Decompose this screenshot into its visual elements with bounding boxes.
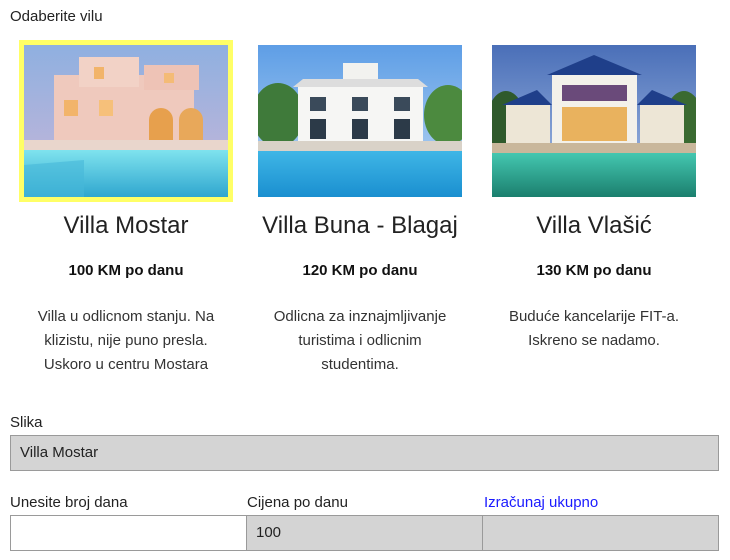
total-field[interactable] — [482, 515, 719, 551]
villa-image-vlasic[interactable] — [487, 40, 701, 202]
villa-price: 100 KM po danu — [68, 262, 184, 279]
villa-name: Villa Buna - Blagaj — [262, 212, 458, 239]
villa-card-mostar[interactable]: Villa Mostar 100 KM po danu Villa u odli… — [9, 40, 243, 377]
villa-image-buna-blagaj[interactable] — [253, 40, 467, 202]
villa-name: Villa Vlašić — [536, 212, 652, 239]
page-title: Odaberite vilu — [10, 8, 103, 25]
villa-price: 130 KM po danu — [536, 262, 652, 279]
price-field[interactable]: 100 — [246, 515, 483, 551]
image-field[interactable]: Villa Mostar — [10, 435, 719, 471]
villa-card-buna-blagaj[interactable]: Villa Buna - Blagaj 120 KM po danu Odlic… — [243, 40, 477, 377]
price-field-label: Cijena po danu — [247, 494, 348, 511]
villa-description: Villa u odlicnom stanju. Na klizistu, ni… — [37, 308, 215, 373]
villa-name: Villa Mostar — [63, 212, 189, 239]
villa-price: 120 KM po danu — [302, 262, 418, 279]
villa-description: Odlicna za inznajmljivanje turistima i o… — [273, 308, 447, 373]
calculate-total-link[interactable]: Izračunaj ukupno — [484, 494, 598, 511]
days-input[interactable] — [10, 515, 247, 551]
villa-list: Villa Mostar 100 KM po danu Villa u odli… — [0, 40, 730, 400]
villa-card-vlasic[interactable]: Villa Vlašić 130 KM po danu Buduće kance… — [477, 40, 711, 353]
image-field-label: Slika — [10, 414, 43, 431]
days-field-label: Unesite broj dana — [10, 494, 128, 511]
villa-description: Buduće kancelarije FIT-a. Iskreno se nad… — [508, 308, 680, 349]
villa-booking-page: Odaberite vilu Villa Mostar 100 KM po da… — [0, 0, 730, 560]
villa-image-mostar[interactable] — [19, 40, 233, 202]
